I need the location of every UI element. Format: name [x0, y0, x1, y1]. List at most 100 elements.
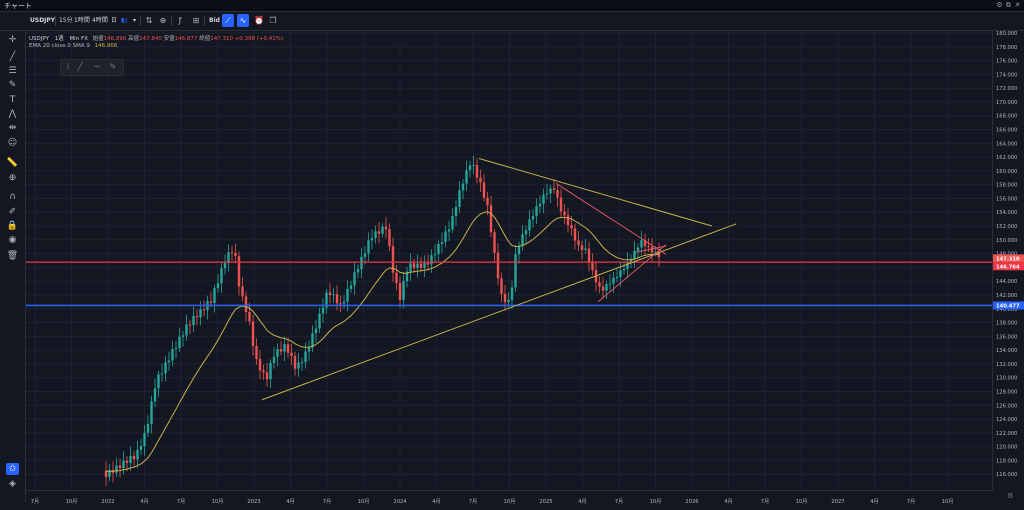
candle-down [237, 256, 241, 287]
divider [204, 16, 205, 26]
price-tick-label: 154.000 [996, 210, 1017, 216]
candle-up [307, 347, 311, 352]
alert-icon[interactable]: ⏰ [253, 14, 265, 27]
interval-day-button[interactable]: 日 [111, 15, 117, 27]
price-tick-label: 132.000 [996, 362, 1017, 368]
templates-icon[interactable]: ⊞ [190, 14, 202, 27]
candle-up [171, 349, 174, 361]
candle-down [650, 246, 654, 253]
price-tick-label: 170.000 [996, 100, 1017, 106]
line-tool-icon[interactable]: ╱ [74, 61, 86, 73]
interval-15m-button[interactable]: 15分 [59, 15, 73, 27]
candle-up [542, 194, 545, 204]
candle-up [300, 362, 304, 364]
time-tick-label: 2022 [101, 499, 114, 505]
trash-icon[interactable]: 🗑 [6, 250, 19, 262]
settings-icon[interactable]: ⚙ [995, 1, 1004, 9]
candle-down [234, 252, 237, 257]
time-tick-label: 2025 [539, 499, 552, 505]
chart-pane[interactable]: USDJPY 1週 Min FX 始値146.890 高値147.840 安値1… [26, 31, 992, 490]
price-tick-label: 136.000 [996, 334, 1017, 340]
magnet-icon[interactable]: ∩ [6, 191, 19, 203]
candle-down [335, 294, 339, 304]
indicator-legend[interactable]: EMA 20 close 0 SMA 9 146.966 [29, 43, 117, 49]
favorites-icon[interactable]: ✩ [6, 463, 19, 475]
drawing-floating-toolbar[interactable]: ⁞ ╱ ─ ✎ [60, 59, 124, 76]
candle-down [647, 245, 650, 247]
price-type-bid-button[interactable]: Bid [209, 15, 220, 27]
candle-down [500, 278, 503, 294]
snapshot-icon[interactable]: ❐ [267, 14, 279, 27]
emoji-icon[interactable]: ☺ [6, 137, 19, 149]
trendline-upper-red [555, 182, 667, 255]
crosshair-icon[interactable]: ✛ [6, 34, 19, 46]
candle-down [262, 370, 265, 373]
symbol-search-button[interactable]: USDJPY [30, 15, 55, 27]
add-indicator-icon[interactable]: ⊕ [157, 14, 169, 27]
time-axis-labels[interactable]: 7月 10月 2022 4月 7月 10月 2023 4月 7月 10月 2024 4月 7月 10月 20… [26, 494, 992, 506]
candle-up [220, 268, 223, 284]
candle-up [192, 315, 195, 325]
zoom-icon[interactable]: ⊕ [6, 172, 19, 184]
indicators-icon[interactable]: ƒ [174, 14, 186, 27]
lock-drawing-icon[interactable]: ✐ [6, 206, 19, 218]
candle-down [496, 252, 500, 279]
candle-up [615, 276, 619, 278]
legend-symbol: USDJPY [29, 36, 49, 42]
trendline-icon[interactable]: ╱ [6, 51, 19, 63]
price-tick-label: 172.000 [996, 86, 1017, 92]
price-axis[interactable]: 180.000 178.000 176.000 174.000 172.000 170.0… [992, 31, 1024, 490]
area-chart-icon[interactable]: ∿ [237, 14, 249, 27]
candle-up [160, 373, 164, 375]
brush-icon[interactable]: ✎ [6, 79, 19, 91]
candle-down [598, 282, 601, 287]
candle-down [209, 301, 213, 303]
interval-4h-button[interactable]: 4時間 [92, 15, 108, 27]
popout-icon[interactable]: ⧉ [1004, 1, 1013, 10]
candle-down [377, 231, 381, 234]
eye-icon[interactable]: ◉ [6, 234, 19, 246]
candle-up [538, 203, 542, 207]
axis-settings-icon[interactable]: ⚙ [1007, 492, 1013, 500]
legend-low-label: 安値 [163, 36, 175, 42]
candle-down [258, 359, 262, 371]
candle-down [251, 321, 255, 347]
candle-up [318, 313, 321, 329]
candle-up [304, 351, 307, 363]
text-icon[interactable]: T [6, 94, 19, 106]
candle-up [276, 349, 279, 357]
candle-up [353, 272, 356, 286]
candle-down [552, 188, 556, 190]
candle-down [577, 240, 580, 246]
chevron-down-icon[interactable]: ▾ [133, 15, 136, 27]
drag-handle-icon[interactable]: ⁞ [62, 61, 74, 73]
lock-icon[interactable]: 🔒 [6, 220, 19, 232]
candle-down [265, 372, 269, 380]
candle-down [188, 324, 192, 326]
close-icon[interactable]: ✕ [1013, 1, 1022, 9]
compare-icon[interactable]: ⇅ [143, 14, 155, 27]
pattern-icon[interactable]: ⋀ [6, 108, 19, 120]
candlestick-chart[interactable] [26, 31, 992, 490]
price-tick-label: 122.000 [996, 431, 1017, 437]
candle-down [339, 303, 342, 305]
time-axis[interactable]: 7月 10月 2022 4月 7月 10月 2023 4月 7月 10月 2024 4月 7月 10月 20… [26, 490, 992, 506]
candles-icon[interactable]: ▮▯ [121, 15, 128, 27]
price-tick-label: 164.000 [996, 141, 1017, 147]
horizontal-line-icon[interactable]: ─ [91, 61, 103, 73]
drawing-toolbar: ✛ ╱ ☰ ✎ T ⋀ ⇹ ☺ 📏 ⊕ ∩ ✐ 🔒 ◉ 🗑 ✩ ◈ [0, 31, 26, 502]
ema-label: EMA 20 close 0 SMA 9 [29, 43, 90, 49]
candle-down [419, 263, 423, 268]
candle-up [517, 246, 521, 255]
candle-up [514, 254, 517, 288]
prediction-icon[interactable]: ⇹ [6, 122, 19, 134]
layers-icon[interactable]: ◈ [6, 478, 19, 490]
candle-up [115, 465, 118, 473]
candle-up [297, 362, 300, 369]
interval-1h-button[interactable]: 1時間 [74, 15, 90, 27]
line-chart-icon[interactable]: ⟋ [222, 14, 234, 27]
ruler-icon[interactable]: 📏 [6, 157, 19, 169]
pen-icon[interactable]: ✎ [107, 61, 119, 73]
price-axis-labels[interactable]: 180.000 178.000 176.000 174.000 172.000 170.0… [993, 31, 1024, 490]
fib-icon[interactable]: ☰ [6, 65, 19, 77]
